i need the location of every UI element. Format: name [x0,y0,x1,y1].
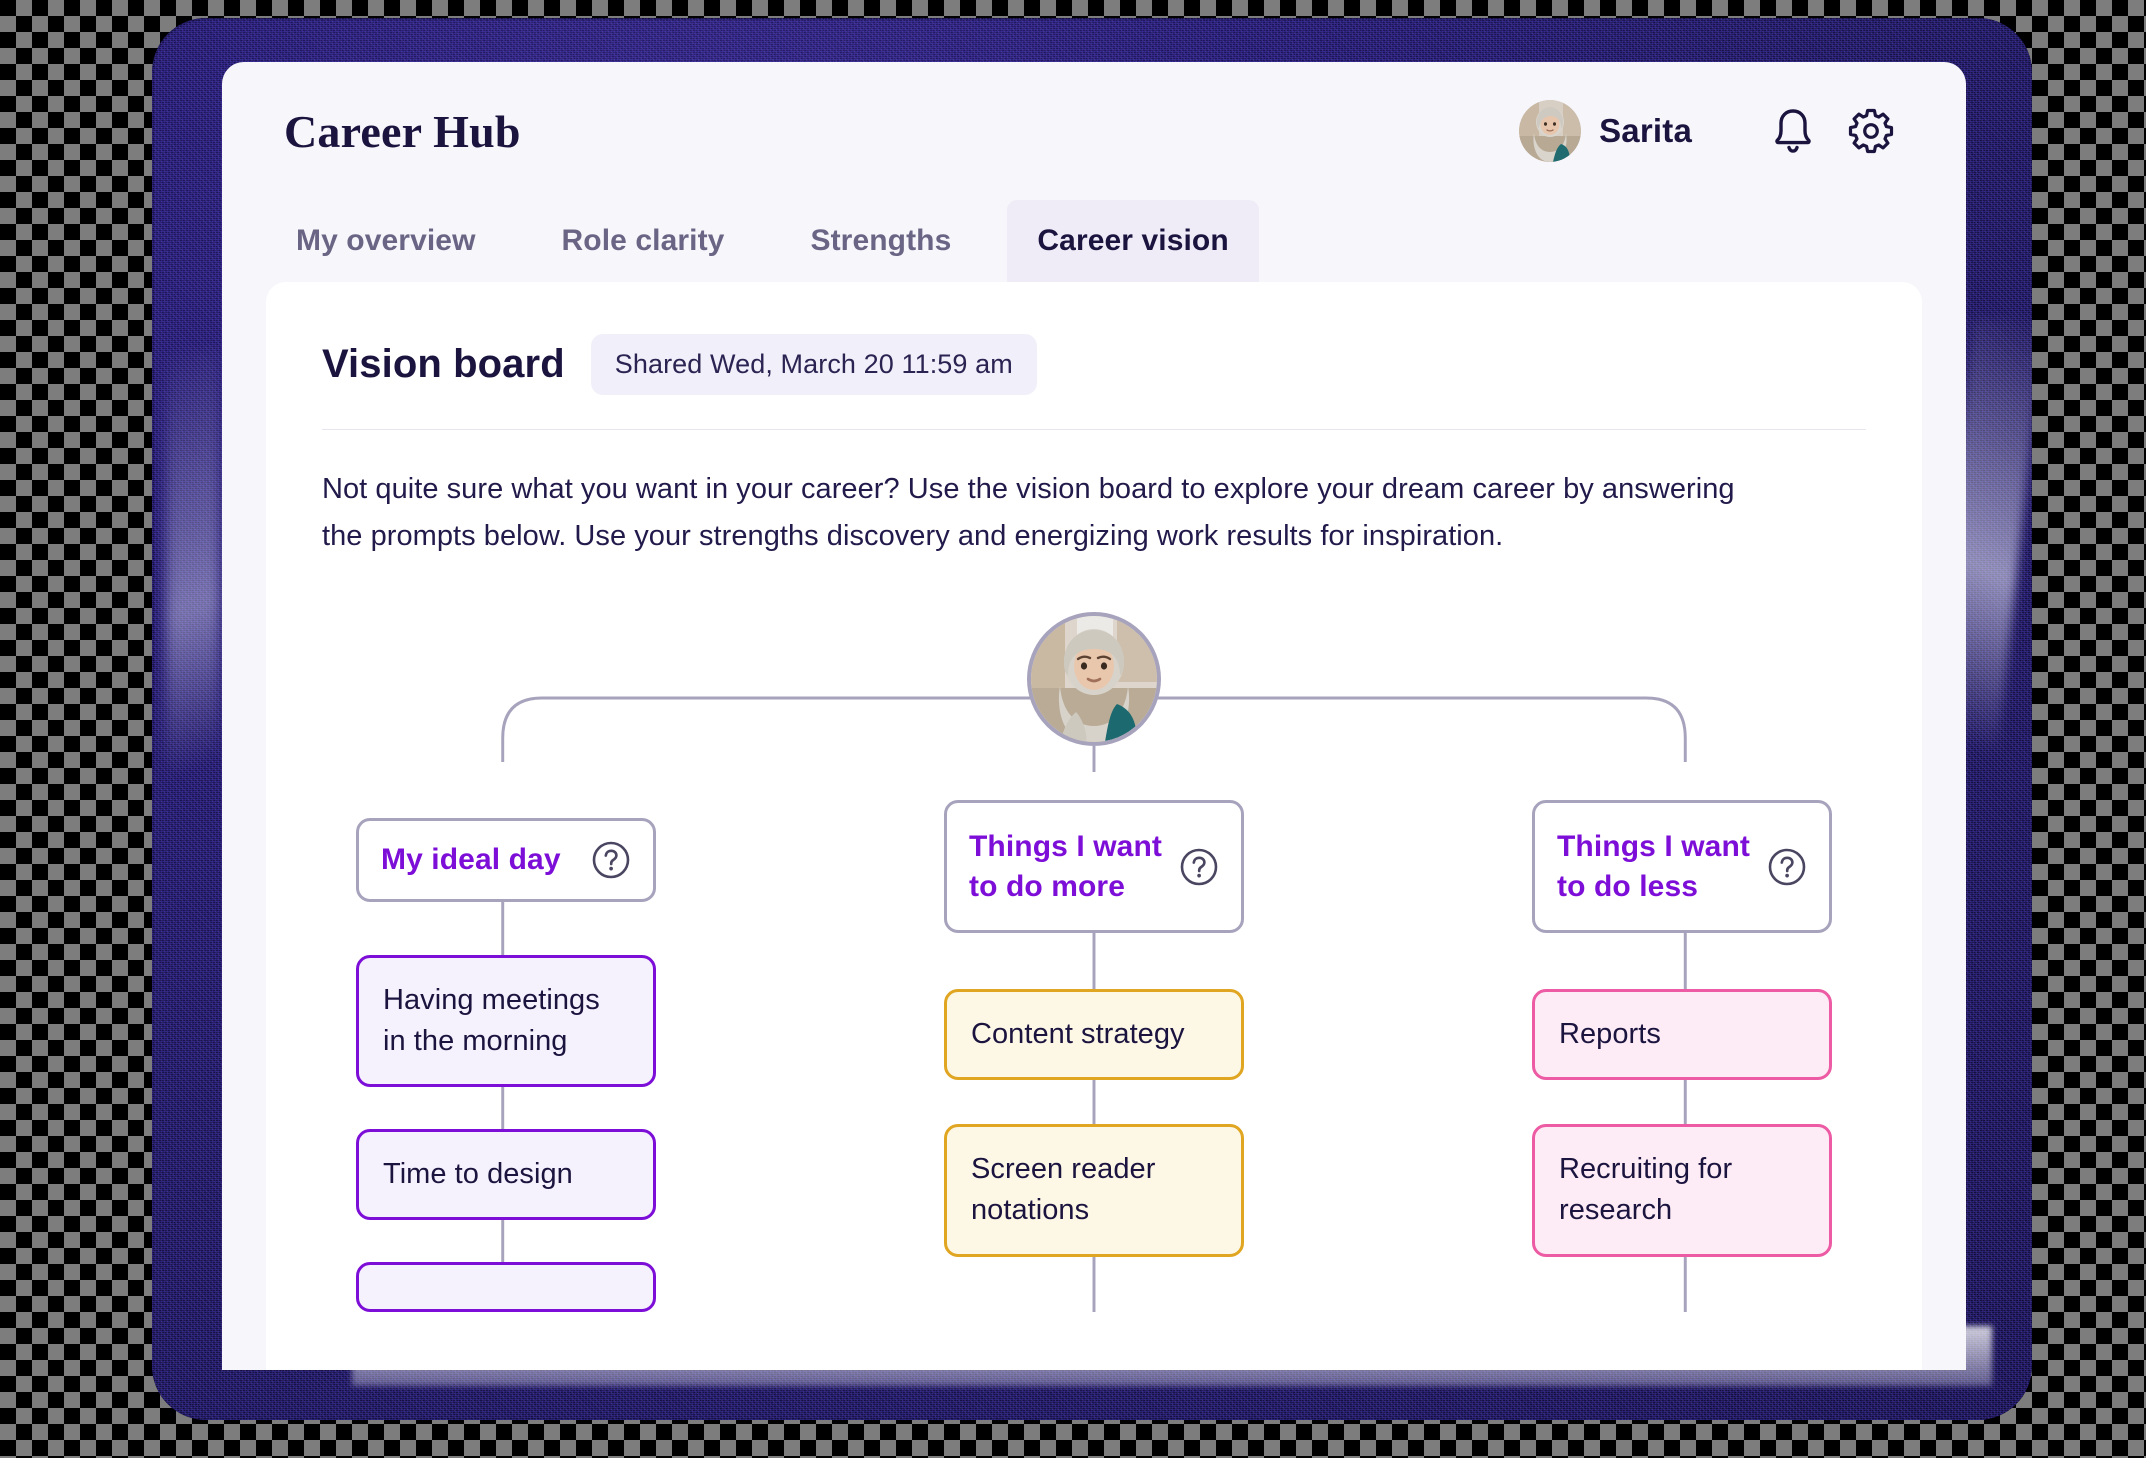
status-badge: Shared Wed, March 20 11:59 am [590,334,1037,395]
mindmap: My ideal day Having meetings in the morn… [322,611,1866,1312]
board-title: Vision board [322,342,565,386]
gear-icon[interactable] [1832,92,1910,170]
question-mark-circle-icon[interactable] [1767,847,1807,887]
user-chip[interactable]: Sarita [1519,100,1692,162]
app-header: Career Hub Sarita [222,62,1966,200]
app-screen: Career Hub Sarita My overview Role clari… [222,62,1966,1370]
user-name: Sarita [1599,112,1692,149]
question-mark-circle-icon[interactable] [1179,847,1219,887]
avatar [1519,100,1582,162]
mindmap-column-do-less: Things I want to do less Reports Recruit… [1532,612,1832,1312]
page-title: Career Hub [284,105,521,157]
mindmap-column-ideal-day: My ideal day Having meetings in the morn… [356,612,656,1312]
vision-item-card[interactable]: Time to design [356,1129,656,1221]
bell-icon[interactable] [1754,92,1832,170]
prompt-label: Things I want to do less [1557,829,1750,903]
prompt-node-my-ideal-day[interactable]: My ideal day [356,817,656,902]
board-description: Not quite sure what you want in your car… [322,473,1735,552]
vision-item-card[interactable]: Content strategy [944,989,1244,1081]
vision-item-card[interactable]: Recruiting for research [1532,1124,1832,1257]
tab-career-vision[interactable]: Career vision [1007,200,1259,282]
vision-item-card[interactable]: Reports [1532,989,1832,1081]
vision-board-panel: Vision board Shared Wed, March 20 11:59 … [266,282,1922,1370]
vision-item-card-partial[interactable] [356,1261,656,1312]
vision-item-card[interactable]: Having meetings in the morning [356,955,656,1088]
prompt-label: My ideal day [381,843,561,877]
header-divider [322,429,1866,430]
tab-role-clarity[interactable]: Role clarity [532,200,755,282]
vision-item-card[interactable]: Screen reader notations [944,1124,1244,1257]
prompt-node-do-less[interactable]: Things I want to do less [1532,799,1832,934]
header-actions: Sarita [1519,92,1910,170]
board-header: Vision board Shared Wed, March 20 11:59 … [322,334,1866,395]
primary-tabs: My overview Role clarity Strengths Caree… [222,200,1966,282]
tab-strengths[interactable]: Strengths [780,200,981,282]
tab-my-overview[interactable]: My overview [266,200,506,282]
prompt-label: Things I want to do more [969,829,1162,903]
avatar-large [1027,611,1161,746]
prompt-node-do-more[interactable]: Things I want to do more [944,799,1244,934]
question-mark-circle-icon[interactable] [591,840,631,880]
frame-glare-left [166,348,220,868]
